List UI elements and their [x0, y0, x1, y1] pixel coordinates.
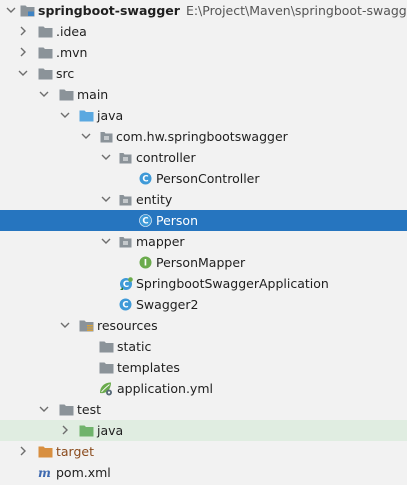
tree-row-swagger2[interactable]: C Swagger2 [0, 294, 407, 315]
chevron-right-icon[interactable] [17, 25, 29, 37]
tree-item-label: java [97, 423, 124, 438]
spring-boot-class-icon: C [118, 276, 133, 291]
tree-item-label: SpringbootSwaggerApplication [136, 276, 329, 291]
chevron-right-icon[interactable] [59, 424, 71, 436]
folder-icon [99, 360, 114, 375]
tree-item-label: .idea [56, 24, 87, 39]
tree-row-test-java[interactable]: java [0, 420, 407, 441]
svg-text:C: C [142, 217, 148, 227]
tree-row-package[interactable]: com.hw.springbootswagger [0, 126, 407, 147]
package-icon [99, 129, 114, 144]
package-icon [118, 150, 133, 165]
project-tree: springboot-swagger E:\Project\Maven\sprin… [0, 0, 407, 485]
package-icon [118, 192, 133, 207]
svg-text:I: I [144, 259, 147, 269]
tree-row-mapper[interactable]: mapper [0, 231, 407, 252]
tree-row-person-controller[interactable]: C PersonController [0, 168, 407, 189]
maven-icon: m [37, 465, 52, 480]
folder-icon [59, 402, 74, 417]
class-icon: C [138, 171, 153, 186]
tree-item-label: main [77, 87, 109, 102]
class-icon: C [138, 213, 153, 228]
chevron-down-icon[interactable] [38, 403, 50, 415]
tree-row-controller[interactable]: controller [0, 147, 407, 168]
tree-item-label: Swagger2 [136, 297, 199, 312]
chevron-down-icon[interactable] [100, 151, 112, 163]
excluded-folder-icon [38, 444, 53, 459]
tree-item-label: PersonMapper [156, 255, 246, 270]
folder-icon [38, 66, 53, 81]
chevron-right-icon[interactable] [17, 46, 29, 58]
tree-row-templates[interactable]: templates [0, 357, 407, 378]
tree-row-mvn[interactable]: .mvn [0, 42, 407, 63]
class-icon: C [118, 297, 133, 312]
chevron-down-icon[interactable] [100, 193, 112, 205]
tree-row-main-java[interactable]: java [0, 105, 407, 126]
chevron-down-icon[interactable] [38, 88, 50, 100]
chevron-down-icon[interactable] [100, 235, 112, 247]
tree-row-person-selected[interactable]: C Person [0, 210, 407, 231]
tree-item-label: java [97, 108, 124, 123]
tree-item-label: controller [136, 150, 196, 165]
folder-icon [38, 45, 53, 60]
tree-item-label: com.hw.springbootswagger [116, 129, 288, 144]
chevron-down-icon[interactable] [59, 319, 71, 331]
tree-row-test[interactable]: test [0, 399, 407, 420]
tree-item-label: src [56, 66, 75, 81]
tree-row-src[interactable]: src [0, 63, 407, 84]
tree-item-label: templates [117, 360, 180, 375]
folder-icon [99, 339, 114, 354]
tree-item-label: Person [156, 213, 199, 228]
chevron-down-icon[interactable] [59, 109, 71, 121]
svg-text:C: C [142, 175, 148, 185]
tree-item-label: static [117, 339, 152, 354]
tree-row-target[interactable]: target [0, 441, 407, 462]
tree-row-person-mapper[interactable]: I PersonMapper [0, 252, 407, 273]
folder-icon [59, 87, 74, 102]
tree-row-resources[interactable]: resources [0, 315, 407, 336]
tree-item-label: resources [97, 318, 158, 333]
tree-row-static[interactable]: static [0, 336, 407, 357]
tree-item-label: application.yml [117, 381, 213, 396]
chevron-down-icon[interactable] [17, 67, 29, 79]
tree-row-main[interactable]: main [0, 84, 407, 105]
tree-item-label: PersonController [156, 171, 260, 186]
tree-item-label: target [56, 444, 95, 459]
tree-item-label: .mvn [56, 45, 88, 60]
interface-icon: I [138, 255, 153, 270]
project-path: E:\Project\Maven\springboot-swagger [185, 3, 407, 18]
source-folder-icon [79, 108, 94, 123]
project-name: springboot-swagger E:\Project\Maven\sprin… [38, 3, 407, 18]
tree-row-application-yml[interactable]: application.yml [0, 378, 407, 399]
tree-row-project-root[interactable]: springboot-swagger E:\Project\Maven\sprin… [0, 0, 407, 21]
resources-folder-icon [79, 318, 94, 333]
tree-row-idea[interactable]: .idea [0, 21, 407, 42]
svg-text:m: m [38, 466, 51, 480]
test-source-folder-icon [79, 423, 94, 438]
svg-text:C: C [122, 301, 128, 311]
spring-config-icon [98, 381, 113, 396]
module-folder-icon [20, 3, 35, 18]
tree-row-entity[interactable]: entity [0, 189, 407, 210]
chevron-down-icon[interactable] [80, 130, 92, 142]
tree-item-label: pom.xml [56, 465, 111, 480]
folder-icon [38, 24, 53, 39]
package-icon [118, 234, 133, 249]
svg-text:C: C [122, 280, 128, 290]
tree-row-application-class[interactable]: C SpringbootSwaggerApplication [0, 273, 407, 294]
tree-item-label: entity [136, 192, 173, 207]
chevron-down-icon[interactable] [5, 4, 17, 16]
tree-item-label: mapper [136, 234, 185, 249]
tree-item-label: test [77, 402, 102, 417]
chevron-right-icon[interactable] [17, 445, 29, 457]
tree-row-pom[interactable]: m pom.xml [0, 462, 407, 483]
